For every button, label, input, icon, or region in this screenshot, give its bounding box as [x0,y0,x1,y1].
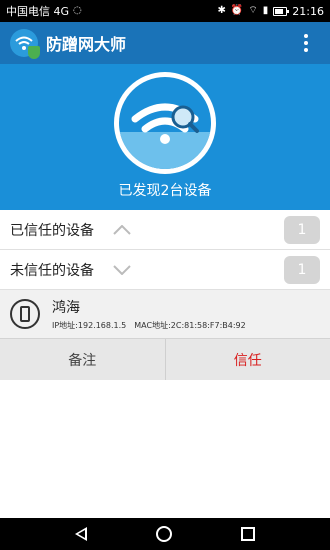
group-label: 已信任的设备 [10,222,94,239]
app-bar: 防蹭网大师 [0,22,330,64]
signal-icon: ▮ [262,5,269,16]
trusted-count-badge: 1 [284,215,320,244]
bluetooth-icon: ✱ [217,5,226,16]
device-mac: MAC地址:2C:81:58:F7:B4:92 [134,321,246,330]
system-nav-bar [0,518,330,550]
wifi-shield-logo-icon [10,29,40,59]
shield-icon [28,46,40,59]
trust-button[interactable]: 信任 [166,339,330,380]
alarm-icon: ⏰ [230,5,244,16]
back-icon[interactable] [74,527,87,541]
device-list-item[interactable]: 鸿海 IP地址:192.168.1.5 MAC地址:2C:81:58:F7:B4… [0,290,330,338]
group-label: 未信任的设备 [10,262,94,279]
group-trusted-devices[interactable]: 已信任的设备 1 [0,210,330,250]
carrier-text: 中国电信 4G [6,5,70,18]
empty-area [0,380,330,518]
home-icon[interactable] [155,526,172,542]
app-title: 防蹭网大师 [46,35,127,54]
status-bar: 中国电信 4G ◌ ✱ ⏰ ⌔ ▮ 21:16 [0,0,330,22]
wifi-icon: ⌔ [248,5,258,16]
device-action-bar: 备注 信任 [0,338,330,380]
device-name: 鸿海 [52,300,80,316]
phone-icon [10,299,40,329]
wifi-search-icon[interactable] [114,72,216,174]
device-ip: IP地址:192.168.1.5 [52,321,127,330]
recent-apps-icon[interactable] [241,527,256,541]
scan-hero: 已发现2台设备 [0,64,330,210]
clock-text: 21:16 [292,4,324,18]
untrusted-count-badge: 1 [284,255,320,284]
group-untrusted-devices[interactable]: 未信任的设备 1 [0,250,330,290]
battery-icon [273,6,290,16]
device-meta: IP地址:192.168.1.5 MAC地址:2C:81:58:F7:B4:92 [52,320,246,331]
chevron-up-icon [112,220,132,240]
chevron-down-icon [112,260,132,280]
notification-icon: ◌ [73,5,82,16]
overflow-menu-icon[interactable] [294,22,318,64]
note-button[interactable]: 备注 [0,339,166,380]
devices-found-text: 已发现2台设备 [118,183,212,199]
